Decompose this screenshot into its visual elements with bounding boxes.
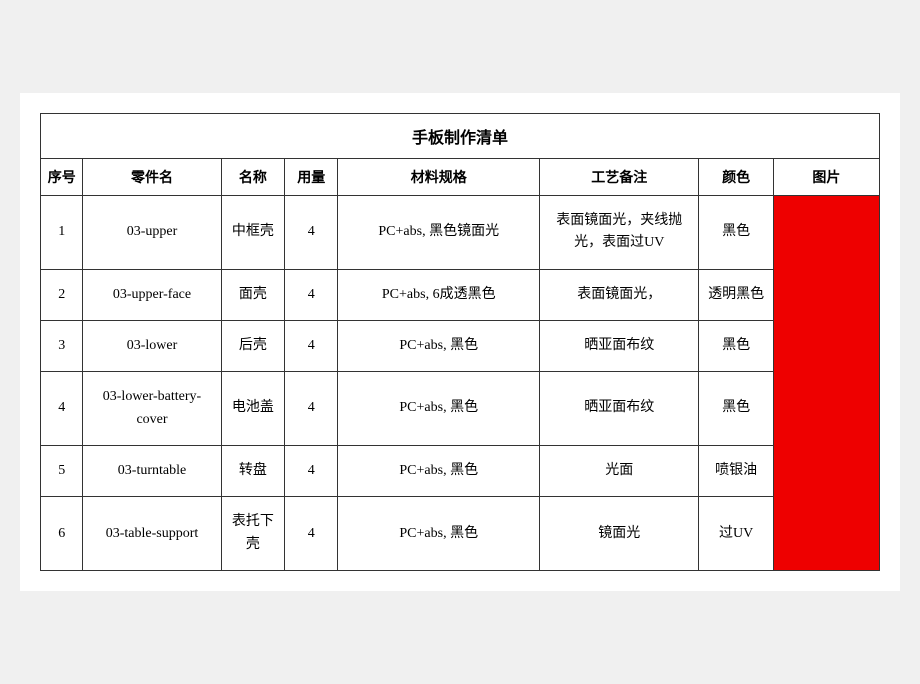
table-row: 5 03-turntable 转盘 4 PC+abs, 黑色 光面 喷银油 [41, 446, 880, 497]
cell-name-3: 后壳 [221, 320, 285, 371]
cell-craft-1: 表面镜面光，夹线抛光，表面过UV [540, 195, 699, 269]
cell-name-5: 转盘 [221, 446, 285, 497]
cell-color-4: 黑色 [699, 372, 773, 446]
cell-seq-6: 6 [41, 497, 83, 571]
cell-name-4: 电池盖 [221, 372, 285, 446]
table-row: 6 03-table-support 表托下壳 4 PC+abs, 黑色 镜面光… [41, 497, 880, 571]
cell-spec-4: PC+abs, 黑色 [338, 372, 540, 446]
cell-craft-2: 表面镜面光， [540, 269, 699, 320]
cell-name-1: 中框壳 [221, 195, 285, 269]
cell-qty-5: 4 [285, 446, 338, 497]
header-name: 名称 [221, 158, 285, 195]
header-qty: 用量 [285, 158, 338, 195]
header-spec: 材料规格 [338, 158, 540, 195]
cell-seq-4: 4 [41, 372, 83, 446]
cell-part-2: 03-upper-face [83, 269, 221, 320]
cell-craft-3: 晒亚面布纹 [540, 320, 699, 371]
cell-spec-1: PC+abs, 黑色镜面光 [338, 195, 540, 269]
cell-color-3: 黑色 [699, 320, 773, 371]
cell-part-6: 03-table-support [83, 497, 221, 571]
cell-craft-5: 光面 [540, 446, 699, 497]
image-cell [773, 195, 879, 571]
header-seq: 序号 [41, 158, 83, 195]
cell-color-6: 过UV [699, 497, 773, 571]
table-row: 2 03-upper-face 面壳 4 PC+abs, 6成透黑色 表面镜面光… [41, 269, 880, 320]
table-row: 4 03-lower-battery-cover 电池盖 4 PC+abs, 黑… [41, 372, 880, 446]
table-title: 手板制作清单 [41, 113, 880, 158]
cell-craft-6: 镜面光 [540, 497, 699, 571]
cell-seq-3: 3 [41, 320, 83, 371]
cell-name-2: 面壳 [221, 269, 285, 320]
cell-qty-4: 4 [285, 372, 338, 446]
title-row: 手板制作清单 [41, 113, 880, 158]
cell-color-5: 喷银油 [699, 446, 773, 497]
cell-seq-5: 5 [41, 446, 83, 497]
cell-name-6: 表托下壳 [221, 497, 285, 571]
cell-spec-6: PC+abs, 黑色 [338, 497, 540, 571]
cell-qty-2: 4 [285, 269, 338, 320]
cell-qty-3: 4 [285, 320, 338, 371]
main-table: 手板制作清单 序号 零件名 名称 用量 材料规格 工艺备注 颜色 图片 1 03… [40, 113, 880, 572]
cell-color-2: 透明黑色 [699, 269, 773, 320]
cell-spec-2: PC+abs, 6成透黑色 [338, 269, 540, 320]
cell-color-1: 黑色 [699, 195, 773, 269]
header-color: 颜色 [699, 158, 773, 195]
header-row: 序号 零件名 名称 用量 材料规格 工艺备注 颜色 图片 [41, 158, 880, 195]
cell-craft-4: 晒亚面布纹 [540, 372, 699, 446]
header-part-code: 零件名 [83, 158, 221, 195]
cell-spec-3: PC+abs, 黑色 [338, 320, 540, 371]
cell-part-5: 03-turntable [83, 446, 221, 497]
cell-spec-5: PC+abs, 黑色 [338, 446, 540, 497]
header-craft: 工艺备注 [540, 158, 699, 195]
cell-part-3: 03-lower [83, 320, 221, 371]
cell-part-4: 03-lower-battery-cover [83, 372, 221, 446]
page-wrapper: 手板制作清单 序号 零件名 名称 用量 材料规格 工艺备注 颜色 图片 1 03… [20, 93, 900, 592]
table-row: 1 03-upper 中框壳 4 PC+abs, 黑色镜面光 表面镜面光，夹线抛… [41, 195, 880, 269]
cell-qty-6: 4 [285, 497, 338, 571]
table-row: 3 03-lower 后壳 4 PC+abs, 黑色 晒亚面布纹 黑色 [41, 320, 880, 371]
cell-seq-2: 2 [41, 269, 83, 320]
header-image: 图片 [773, 158, 879, 195]
cell-part-1: 03-upper [83, 195, 221, 269]
cell-qty-1: 4 [285, 195, 338, 269]
cell-seq-1: 1 [41, 195, 83, 269]
